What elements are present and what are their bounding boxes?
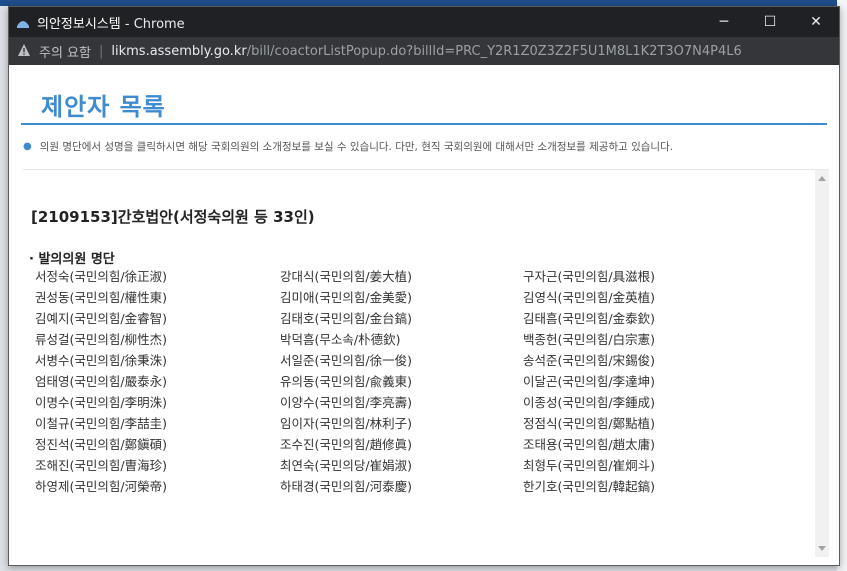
window-controls: ─ ☐ ✕ [701, 7, 839, 37]
member-link[interactable]: 강대식(국민의힘/姜大植) [280, 266, 523, 287]
member-link[interactable]: 조수진(국민의힘/趙修眞) [280, 434, 523, 455]
bill-title: [2109153]간호법안(서정숙의원 등 33인) [31, 208, 315, 226]
member-link[interactable]: 이철규(국민의힘/李喆圭) [35, 413, 280, 434]
url-path: /bill/coactorListPopup.do?billId=PRC_Y2R… [246, 43, 742, 59]
assembly-logo-icon [15, 14, 31, 30]
notice-message: 의원 명단에서 성명을 클릭하시면 해당 국회의원의 소개정보를 보실 수 있습… [39, 141, 674, 153]
member-link[interactable]: 권성동(국민의힘/權性東) [35, 287, 280, 308]
window-title: 의안정보시스템 - Chrome [37, 13, 185, 32]
member-link[interactable]: 최연숙(국민의당/崔娟淑) [280, 455, 523, 476]
page-title: 제안자 목록 [41, 93, 166, 121]
member-link[interactable]: 백종헌(국민의힘/白宗憲) [523, 329, 713, 350]
member-link[interactable]: 정점식(국민의힘/鄭點植) [523, 413, 713, 434]
member-link[interactable]: 이달곤(국민의힘/李達坤) [523, 371, 713, 392]
scroll-down-arrow-icon[interactable] [818, 546, 826, 551]
member-link[interactable]: 김미애(국민의힘/金美愛) [280, 287, 523, 308]
member-link[interactable]: 박덕흠(무소속/朴德欽) [280, 329, 523, 350]
close-button[interactable]: ✕ [793, 7, 839, 37]
member-link[interactable]: 유의동(국민의힘/兪義東) [280, 371, 523, 392]
member-link[interactable]: 서병수(국민의힘/徐秉洙) [35, 350, 280, 371]
member-link[interactable]: 서일준(국민의힘/徐一俊) [280, 350, 523, 371]
member-link[interactable]: 이양수(국민의힘/李亮壽) [280, 392, 523, 413]
url-text[interactable]: likms.assembly.go.kr/bill/coactorListPop… [111, 44, 741, 59]
section-label: · 발의의원 명단 [29, 252, 115, 267]
member-link[interactable]: 최형두(국민의힘/崔炯斗) [523, 455, 713, 476]
member-link[interactable]: 조해진(국민의힘/曺海珍) [35, 455, 280, 476]
member-link[interactable]: 임이자(국민의힘/林利子) [280, 413, 523, 434]
member-link[interactable]: 이명수(국민의힘/李明洙) [35, 392, 280, 413]
popup-content: 제안자 목록 ● 의원 명단에서 성명을 클릭하시면 해당 국회의원의 소개정보… [9, 65, 839, 565]
member-link[interactable]: 김영식(국민의힘/金英植) [523, 287, 713, 308]
member-link[interactable]: 하태경(국민의힘/河泰慶) [280, 476, 523, 497]
heading-divider [21, 123, 827, 125]
member-link[interactable]: 김태호(국민의힘/金台鎬) [280, 308, 523, 329]
window-title-app: 의안정보시스템 [37, 16, 121, 32]
member-list-panel: [2109153]간호법안(서정숙의원 등 33인) · 발의의원 명단 서정숙… [23, 169, 829, 557]
member-link[interactable]: 류성걸(국민의힘/柳性杰) [35, 329, 280, 350]
warning-icon[interactable] [17, 43, 33, 59]
member-link[interactable]: 한기호(국민의힘/韓起鎬) [523, 476, 713, 497]
member-link[interactable]: 김태흠(국민의힘/金泰欽) [523, 308, 713, 329]
member-link[interactable]: 송석준(국민의힘/宋錫俊) [523, 350, 713, 371]
address-bar[interactable]: 주의 요함 | likms.assembly.go.kr/bill/coacto… [9, 37, 839, 65]
security-warning-label[interactable]: 주의 요함 [39, 42, 91, 61]
url-host: likms.assembly.go.kr [111, 43, 247, 59]
minimize-button[interactable]: ─ [701, 7, 747, 37]
address-separator: | [98, 43, 104, 59]
member-link[interactable]: 이종성(국민의힘/李鍾成) [523, 392, 713, 413]
member-link[interactable]: 엄태영(국민의힘/嚴泰永) [35, 371, 280, 392]
bullet-icon: ● [23, 141, 32, 152]
member-link[interactable]: 하영제(국민의힘/河榮帝) [35, 476, 280, 497]
window-title-browser: - Chrome [120, 16, 185, 32]
popup-window: 의안정보시스템 - Chrome ─ ☐ ✕ 주의 요함 | likms.ass… [8, 6, 840, 566]
notice-text: ● 의원 명단에서 성명을 클릭하시면 해당 국회의원의 소개정보를 보실 수 … [23, 139, 673, 154]
vertical-scrollbar[interactable] [815, 170, 829, 557]
page-heading: 제안자 목록 [9, 65, 839, 125]
member-link[interactable]: 김예지(국민의힘/金睿智) [35, 308, 280, 329]
member-link[interactable]: 조태용(국민의힘/趙太庸) [523, 434, 713, 455]
window-titlebar[interactable]: 의안정보시스템 - Chrome ─ ☐ ✕ [9, 7, 839, 37]
maximize-button[interactable]: ☐ [747, 7, 793, 37]
member-link[interactable]: 서정숙(국민의힘/徐正淑) [35, 266, 280, 287]
scroll-up-arrow-icon[interactable] [818, 176, 826, 181]
member-link[interactable]: 정진석(국민의힘/鄭鎭碩) [35, 434, 280, 455]
member-grid: 서정숙(국민의힘/徐正淑) 강대식(국민의힘/姜大植) 구자근(국민의힘/具滋根) 권… [35, 266, 715, 497]
member-link[interactable]: 구자근(국민의힘/具滋根) [523, 266, 713, 287]
